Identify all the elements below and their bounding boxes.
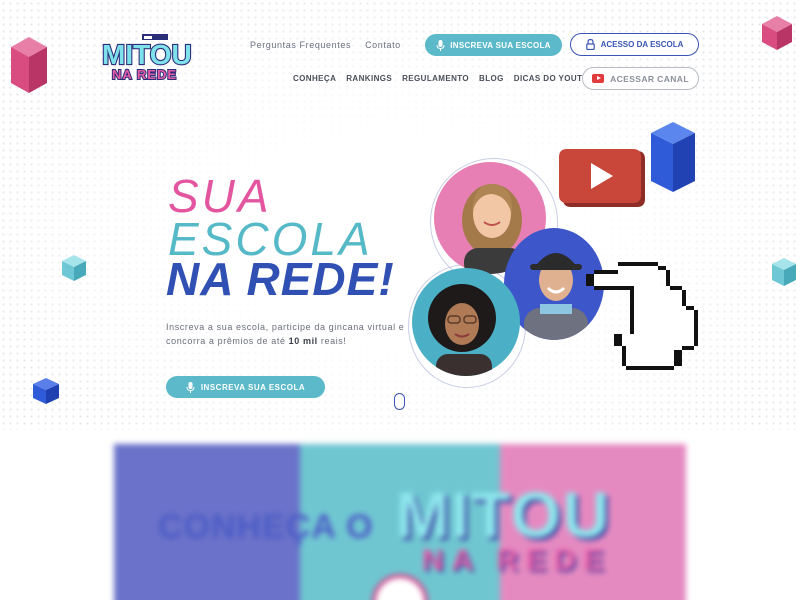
teal-cube-right-decoration bbox=[772, 258, 796, 286]
main-nav: CONHEÇA RANKINGS REGULAMENTO BLOG DICAS … bbox=[293, 74, 607, 83]
teal-cube-left-decoration bbox=[62, 255, 86, 281]
hero-title-line3: NA REDE! bbox=[166, 253, 395, 305]
youtuber-photo-girl-curly bbox=[412, 268, 520, 376]
hero-subscribe-label: INSCREVA SUA ESCOLA bbox=[200, 382, 306, 392]
school-access-label: ACESSO DA ESCOLA bbox=[600, 40, 684, 49]
channel-button[interactable]: ACESSAR CANAL bbox=[582, 67, 699, 90]
hero-subscribe-button[interactable]: INSCREVA SUA ESCOLA bbox=[166, 376, 325, 398]
microphone-icon bbox=[436, 39, 445, 51]
hero-desc-suffix: reais! bbox=[317, 336, 347, 346]
mitou-na-rede-logo[interactable]: MITOU NA REDE bbox=[100, 34, 193, 83]
youtube-3d-icon bbox=[559, 149, 645, 207]
hero-description: Inscreva a sua escola, participe da ginc… bbox=[166, 320, 406, 348]
logo-text-main: MITOU bbox=[102, 39, 192, 70]
blue-cube-right-decoration bbox=[651, 122, 695, 192]
pink-cube-decoration bbox=[11, 37, 47, 93]
video-text-conheca: CONHEÇA O bbox=[158, 508, 374, 546]
hero-desc-prefix: Inscreva a sua escola, participe da ginc… bbox=[166, 322, 405, 346]
header-subscribe-button[interactable]: INSCREVA SUA ESCOLA bbox=[425, 34, 562, 56]
nav-item-rankings[interactable]: RANKINGS bbox=[346, 74, 392, 83]
video-preview[interactable]: CONHEÇA O MITOU NA REDE bbox=[114, 444, 686, 600]
nav-item-blog[interactable]: BLOG bbox=[479, 74, 504, 83]
header-subscribe-label: INSCREVA SUA ESCOLA bbox=[450, 40, 551, 50]
top-links: Perguntas Frequentes Contato bbox=[250, 40, 401, 50]
video-text-title: MITOU bbox=[396, 479, 612, 551]
nav-item-regulamento[interactable]: REGULAMENTO bbox=[402, 74, 469, 83]
microphone-icon bbox=[186, 381, 195, 393]
school-access-button[interactable]: ACESSO DA ESCOLA bbox=[570, 33, 699, 56]
blue-cube-left-decoration bbox=[33, 378, 59, 404]
scroll-indicator[interactable] bbox=[394, 393, 405, 410]
video-text-sub: NA REDE bbox=[422, 544, 612, 577]
hero-desc-highlight: 10 mil bbox=[288, 336, 318, 346]
lock-icon bbox=[585, 39, 595, 50]
logo-text-sub: NA REDE bbox=[112, 67, 177, 82]
faq-link[interactable]: Perguntas Frequentes bbox=[250, 40, 351, 50]
youtube-icon bbox=[592, 74, 605, 83]
contact-link[interactable]: Contato bbox=[365, 40, 401, 50]
channel-button-label: ACESSAR CANAL bbox=[610, 73, 689, 84]
pixel-hand-cursor-icon bbox=[586, 262, 698, 370]
nav-item-conheca[interactable]: CONHEÇA bbox=[293, 74, 336, 83]
pink-cube-small-decoration bbox=[762, 16, 792, 50]
